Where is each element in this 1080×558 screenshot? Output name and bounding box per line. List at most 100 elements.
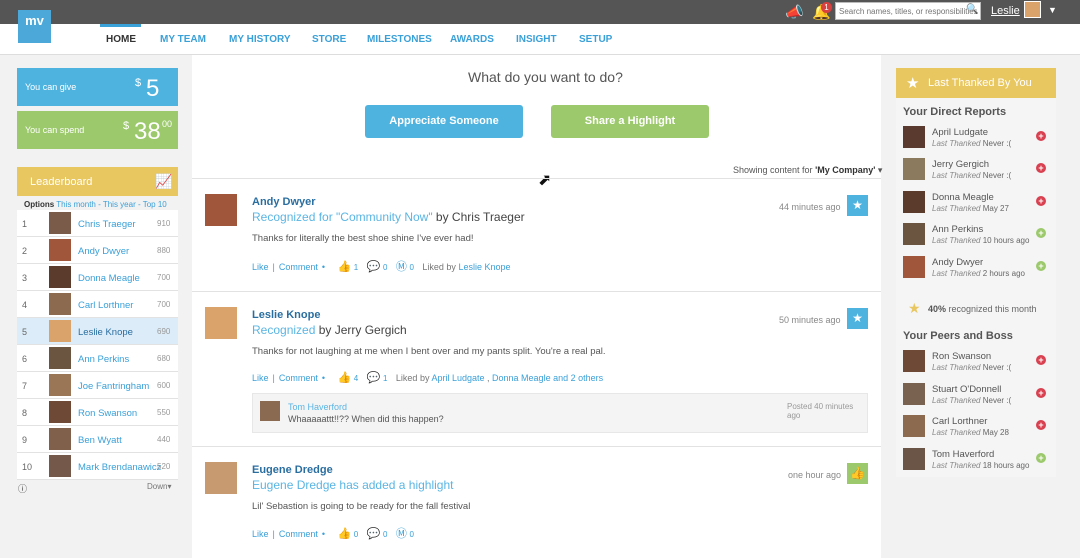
thumbs-up-icon[interactable]: 👍: [338, 527, 352, 540]
post-author[interactable]: Leslie Knope: [252, 309, 320, 321]
nav-my-history[interactable]: MY HISTORY: [229, 34, 291, 45]
avatar[interactable]: [903, 448, 925, 470]
thumbs-up-icon[interactable]: 👍: [338, 371, 352, 384]
nav-setup[interactable]: SETUP: [579, 34, 612, 45]
avatar[interactable]: [903, 158, 925, 180]
avatar[interactable]: [903, 191, 925, 213]
avatar[interactable]: [49, 428, 71, 450]
post-author[interactable]: Eugene Dredge: [252, 464, 333, 476]
comment-avatar[interactable]: [260, 401, 280, 421]
comment-bubble-icon[interactable]: 💬: [367, 260, 381, 273]
comment-bubble-icon[interactable]: 💬: [367, 527, 381, 540]
leaderboard-name[interactable]: Ann Perkins: [78, 354, 129, 365]
comment-bubble-icon[interactable]: 💬: [367, 371, 381, 384]
avatar[interactable]: [49, 374, 71, 396]
leaderboard-row[interactable]: 2 Andy Dwyer 880: [17, 237, 178, 264]
recognized-by[interactable]: by Chris Traeger: [433, 210, 525, 224]
post-avatar[interactable]: [205, 194, 237, 226]
user-name-link[interactable]: Leslie: [991, 5, 1020, 17]
chevron-down-icon[interactable]: ▾: [878, 165, 883, 175]
avatar[interactable]: [49, 239, 71, 261]
app-logo[interactable]: mv: [18, 10, 51, 43]
thank-button[interactable]: +: [1036, 196, 1046, 206]
person-name[interactable]: Stuart O'Donnell: [932, 384, 1001, 395]
thumbs-up-icon[interactable]: 👍: [338, 260, 352, 273]
nav-store[interactable]: STORE: [312, 34, 346, 45]
person-name[interactable]: Jerry Gergich: [932, 159, 989, 170]
person-name[interactable]: April Ludgate: [932, 127, 988, 138]
leaderboard-name[interactable]: Donna Meagle: [78, 273, 140, 284]
avatar[interactable]: [49, 293, 71, 315]
thank-button[interactable]: +: [1036, 355, 1046, 365]
nav-home[interactable]: HOME: [106, 34, 136, 45]
person-name[interactable]: Ann Perkins: [932, 224, 983, 235]
leaderboard-down-toggle[interactable]: Down▾: [147, 482, 171, 491]
thank-button[interactable]: +: [1036, 228, 1046, 238]
recognition-text[interactable]: Recognized for "Community Now": [252, 210, 433, 224]
leaderboard-row[interactable]: 8 Ron Swanson 550: [17, 399, 178, 426]
megaphone-icon[interactable]: 📣: [785, 3, 804, 21]
person-name[interactable]: Ron Swanson: [932, 351, 991, 362]
thank-button[interactable]: +: [1036, 420, 1046, 430]
leaderboard-row[interactable]: 6 Ann Perkins 680: [17, 345, 178, 372]
post-author[interactable]: Andy Dwyer: [252, 196, 316, 208]
user-avatar[interactable]: [1024, 1, 1041, 18]
nav-milestones[interactable]: MILESTONES: [367, 34, 432, 45]
appreciate-someone-button[interactable]: Appreciate Someone: [365, 105, 523, 138]
avatar[interactable]: [49, 266, 71, 288]
showing-value[interactable]: 'My Company': [815, 165, 875, 175]
avatar[interactable]: [49, 455, 71, 477]
chevron-down-icon[interactable]: ▼: [1048, 5, 1057, 15]
thank-button[interactable]: +: [1036, 388, 1046, 398]
avatar[interactable]: [903, 126, 925, 148]
leaderboard-row[interactable]: 10 Mark Brendanawicz 520: [17, 453, 178, 480]
content-filter[interactable]: Showing content for 'My Company' ▾: [733, 165, 882, 176]
avatar[interactable]: [49, 212, 71, 234]
comment-link[interactable]: Comment: [279, 373, 318, 383]
comment-author[interactable]: Tom Haverford: [288, 402, 347, 412]
leaderboard-row[interactable]: 1 Chris Traeger 910: [17, 210, 178, 237]
avatar[interactable]: [903, 415, 925, 437]
avatar[interactable]: [903, 223, 925, 245]
filter-top-10[interactable]: Top 10: [143, 200, 167, 209]
thank-button[interactable]: +: [1036, 163, 1046, 173]
avatar[interactable]: [903, 350, 925, 372]
leaderboard-name[interactable]: Leslie Knope: [78, 327, 133, 338]
person-name[interactable]: Carl Lorthner: [932, 416, 987, 427]
like-link[interactable]: Like: [252, 262, 269, 272]
avatar[interactable]: [49, 320, 71, 342]
comment-link[interactable]: Comment: [279, 262, 318, 272]
like-link[interactable]: Like: [252, 529, 269, 539]
leaderboard-name[interactable]: Mark Brendanawicz: [78, 462, 161, 473]
leaderboard-row[interactable]: 7 Joe Fantringham 600: [17, 372, 178, 399]
share-highlight-button[interactable]: Share a Highlight: [551, 105, 709, 138]
leaderboard-name[interactable]: Andy Dwyer: [78, 246, 129, 257]
leaderboard-name[interactable]: Carl Lorthner: [78, 300, 133, 311]
liked-by-link[interactable]: April Ludgate: [431, 373, 484, 383]
person-name[interactable]: Andy Dwyer: [932, 257, 983, 268]
leaderboard-name[interactable]: Ron Swanson: [78, 408, 137, 419]
like-link[interactable]: Like: [252, 373, 269, 383]
comment-link[interactable]: Comment: [279, 529, 318, 539]
avatar[interactable]: [903, 256, 925, 278]
liked-by-others-link[interactable]: Donna Meagle and 2 others: [492, 373, 603, 383]
leaderboard-row[interactable]: 9 Ben Wyatt 440: [17, 426, 178, 453]
leaderboard-name[interactable]: Chris Traeger: [78, 219, 136, 230]
leaderboard-name[interactable]: Joe Fantringham: [78, 381, 149, 392]
info-icon[interactable]: ⓘ: [18, 482, 27, 495]
recognized-by[interactable]: by Jerry Gergich: [315, 323, 407, 337]
leaderboard-row[interactable]: 3 Donna Meagle 700: [17, 264, 178, 291]
thank-button[interactable]: +: [1036, 131, 1046, 141]
dollar-icon[interactable]: Ⓜ: [396, 258, 407, 274]
leaderboard-row-current-user[interactable]: 5 Leslie Knope 690: [17, 318, 178, 345]
thank-button[interactable]: +: [1036, 261, 1046, 271]
options-label[interactable]: Options: [24, 200, 54, 209]
post-avatar[interactable]: [205, 307, 237, 339]
dollar-icon[interactable]: Ⓜ: [396, 525, 407, 541]
leaderboard-row[interactable]: 4 Carl Lorthner 700: [17, 291, 178, 318]
person-name[interactable]: Tom Haverford: [932, 449, 994, 460]
nav-my-team[interactable]: MY TEAM: [160, 34, 206, 45]
nav-insight[interactable]: INSIGHT: [516, 34, 557, 45]
search-icon[interactable]: 🔍: [966, 4, 978, 15]
search-input[interactable]: [835, 2, 981, 20]
